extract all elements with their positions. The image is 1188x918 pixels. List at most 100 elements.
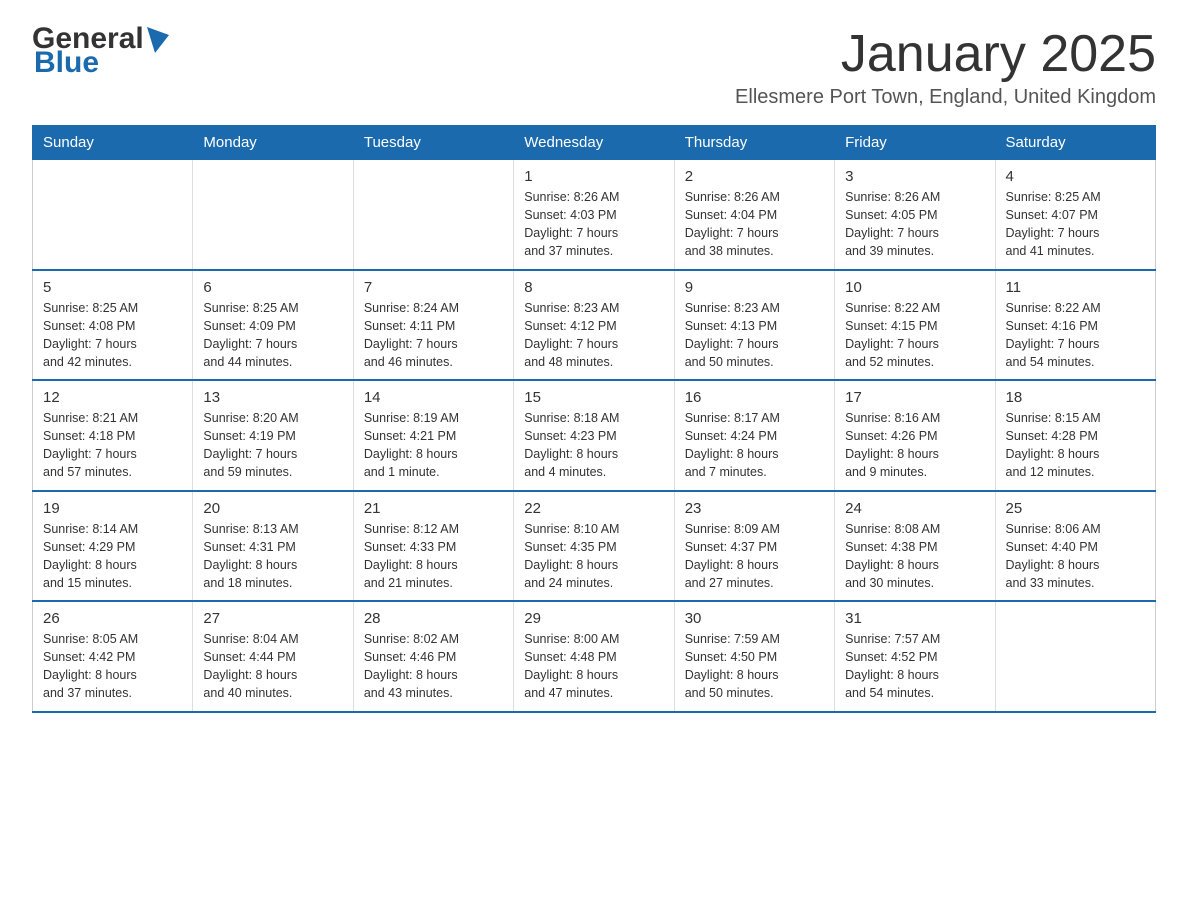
weekday-header-saturday: Saturday [995,126,1155,160]
day-info: Sunrise: 8:20 AMSunset: 4:19 PMDaylight:… [203,409,342,482]
day-info: Sunrise: 8:09 AMSunset: 4:37 PMDaylight:… [685,520,824,593]
calendar-cell: 16 Sunrise: 8:17 AMSunset: 4:24 PMDayligh… [674,380,834,491]
day-number: 14 [364,389,503,406]
location-subtitle: Ellesmere Port Town, England, United Kin… [735,86,1156,109]
day-number: 24 [845,500,984,517]
day-info: Sunrise: 8:04 AMSunset: 4:44 PMDaylight:… [203,630,342,703]
calendar-cell: 2Sunrise: 8:26 AMSunset: 4:04 PMDaylight… [674,160,834,270]
day-info: Sunrise: 8:25 AMSunset: 4:09 PMDaylight:… [203,299,342,372]
calendar-cell: 21Sunrise: 8:12 AMSunset: 4:33 PMDayligh… [353,491,513,602]
page-header: General Blue January 2025 Ellesmere Port… [32,24,1156,109]
calendar-body: 1 Sunrise: 8:26 AMSunset: 4:03 PMDaylight… [33,160,1156,712]
day-number: 19 [43,500,182,517]
calendar-cell: 20 Sunrise: 8:13 AMSunset: 4:31 PMDayligh… [193,491,353,602]
day-info: Sunrise: 8:25 AMSunset: 4:08 PMDaylight:… [43,299,182,372]
calendar-cell: 7 Sunrise: 8:24 AMSunset: 4:11 PMDaylight… [353,270,513,381]
calendar-cell: 19 Sunrise: 8:14 AMSunset: 4:29 PMDayligh… [33,491,193,602]
calendar-cell: 9 Sunrise: 8:23 AMSunset: 4:13 PMDaylight… [674,270,834,381]
calendar-week-1: 1 Sunrise: 8:26 AMSunset: 4:03 PMDaylight… [33,160,1156,270]
calendar-cell: 10 Sunrise: 8:22 AMSunset: 4:15 PMDayligh… [835,270,995,381]
day-info: Sunrise: 8:26 AMSunset: 4:03 PMDaylight:… [524,188,663,261]
calendar-cell: 27 Sunrise: 8:04 AMSunset: 4:44 PMDayligh… [193,601,353,712]
calendar-cell: 22Sunrise: 8:10 AMSunset: 4:35 PMDayligh… [514,491,674,602]
calendar-cell: 25 Sunrise: 8:06 AMSunset: 4:40 PMDayligh… [995,491,1155,602]
day-info: Sunrise: 8:06 AMSunset: 4:40 PMDaylight:… [1006,520,1145,593]
day-number: 3 [845,168,984,185]
day-info: Sunrise: 8:14 AMSunset: 4:29 PMDaylight:… [43,520,182,593]
day-number: 26 [43,610,182,627]
day-info: Sunrise: 8:13 AMSunset: 4:31 PMDaylight:… [203,520,342,593]
day-info: Sunrise: 7:57 AMSunset: 4:52 PMDaylight:… [845,630,984,703]
calendar-cell: 29 Sunrise: 8:00 AMSunset: 4:48 PMDayligh… [514,601,674,712]
weekday-header-sunday: Sunday [33,126,193,160]
month-title: January 2025 [735,24,1156,84]
day-number: 5 [43,279,182,296]
day-info: Sunrise: 8:12 AMSunset: 4:33 PMDaylight:… [364,520,503,593]
day-number: 16 [685,389,824,406]
calendar-cell: 17 Sunrise: 8:16 AMSunset: 4:26 PMDayligh… [835,380,995,491]
day-info: Sunrise: 8:21 AMSunset: 4:18 PMDaylight:… [43,409,182,482]
calendar-header: SundayMondayTuesdayWednesdayThursdayFrid… [33,126,1156,160]
day-number: 15 [524,389,663,406]
day-info: Sunrise: 8:22 AMSunset: 4:15 PMDaylight:… [845,299,984,372]
calendar-week-3: 12 Sunrise: 8:21 AMSunset: 4:18 PMDayligh… [33,380,1156,491]
day-info: Sunrise: 8:00 AMSunset: 4:48 PMDaylight:… [524,630,663,703]
day-number: 30 [685,610,824,627]
day-info: Sunrise: 8:18 AMSunset: 4:23 PMDaylight:… [524,409,663,482]
day-number: 17 [845,389,984,406]
day-number: 31 [845,610,984,627]
day-number: 20 [203,500,342,517]
day-number: 28 [364,610,503,627]
logo: General Blue [32,24,169,78]
day-number: 7 [364,279,503,296]
day-number: 1 [524,168,663,185]
calendar-cell [33,160,193,270]
calendar-cell [193,160,353,270]
day-info: Sunrise: 8:19 AMSunset: 4:21 PMDaylight:… [364,409,503,482]
calendar-cell: 5 Sunrise: 8:25 AMSunset: 4:08 PMDaylight… [33,270,193,381]
calendar-cell: 18 Sunrise: 8:15 AMSunset: 4:28 PMDayligh… [995,380,1155,491]
weekday-header-row: SundayMondayTuesdayWednesdayThursdayFrid… [33,126,1156,160]
day-info: Sunrise: 7:59 AMSunset: 4:50 PMDaylight:… [685,630,824,703]
title-section: January 2025 Ellesmere Port Town, Englan… [735,24,1156,109]
day-info: Sunrise: 8:05 AMSunset: 4:42 PMDaylight:… [43,630,182,703]
calendar-cell: 6 Sunrise: 8:25 AMSunset: 4:09 PMDaylight… [193,270,353,381]
calendar-cell: 14 Sunrise: 8:19 AMSunset: 4:21 PMDayligh… [353,380,513,491]
calendar-cell [995,601,1155,712]
day-info: Sunrise: 8:02 AMSunset: 4:46 PMDaylight:… [364,630,503,703]
day-number: 27 [203,610,342,627]
day-number: 18 [1006,389,1145,406]
day-number: 9 [685,279,824,296]
day-info: Sunrise: 8:23 AMSunset: 4:12 PMDaylight:… [524,299,663,372]
day-number: 10 [845,279,984,296]
day-info: Sunrise: 8:22 AMSunset: 4:16 PMDaylight:… [1006,299,1145,372]
day-number: 25 [1006,500,1145,517]
day-number: 8 [524,279,663,296]
day-number: 12 [43,389,182,406]
day-info: Sunrise: 8:23 AMSunset: 4:13 PMDaylight:… [685,299,824,372]
day-number: 4 [1006,168,1145,185]
logo-triangle-icon [147,27,169,53]
calendar-cell: 26 Sunrise: 8:05 AMSunset: 4:42 PMDayligh… [33,601,193,712]
day-info: Sunrise: 8:24 AMSunset: 4:11 PMDaylight:… [364,299,503,372]
day-number: 11 [1006,279,1145,296]
calendar-cell: 12 Sunrise: 8:21 AMSunset: 4:18 PMDayligh… [33,380,193,491]
logo-blue-text: Blue [34,48,99,78]
weekday-header-tuesday: Tuesday [353,126,513,160]
day-info: Sunrise: 8:26 AMSunset: 4:05 PMDaylight:… [845,188,984,261]
day-info: Sunrise: 8:17 AMSunset: 4:24 PMDaylight:… [685,409,824,482]
calendar-cell: 13 Sunrise: 8:20 AMSunset: 4:19 PMDayligh… [193,380,353,491]
calendar-week-5: 26 Sunrise: 8:05 AMSunset: 4:42 PMDayligh… [33,601,1156,712]
day-info: Sunrise: 8:25 AMSunset: 4:07 PMDaylight:… [1006,188,1145,261]
day-number: 29 [524,610,663,627]
day-info: Sunrise: 8:16 AMSunset: 4:26 PMDaylight:… [845,409,984,482]
day-number: 13 [203,389,342,406]
calendar-cell: 8 Sunrise: 8:23 AMSunset: 4:12 PMDaylight… [514,270,674,381]
day-number: 6 [203,279,342,296]
calendar-cell: 4 Sunrise: 8:25 AMSunset: 4:07 PMDaylight… [995,160,1155,270]
calendar-cell: 1 Sunrise: 8:26 AMSunset: 4:03 PMDaylight… [514,160,674,270]
calendar-week-2: 5 Sunrise: 8:25 AMSunset: 4:08 PMDaylight… [33,270,1156,381]
calendar-cell: 11 Sunrise: 8:22 AMSunset: 4:16 PMDayligh… [995,270,1155,381]
day-info: Sunrise: 8:15 AMSunset: 4:28 PMDaylight:… [1006,409,1145,482]
calendar-cell: 15 Sunrise: 8:18 AMSunset: 4:23 PMDayligh… [514,380,674,491]
